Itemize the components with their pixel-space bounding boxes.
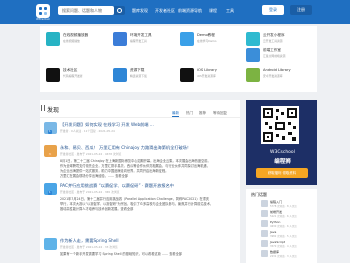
- tool-desc: iOS开发资源库: [197, 74, 216, 78]
- promo-subtitle: 编程狮: [274, 159, 291, 165]
- download-icon[interactable]: [113, 68, 127, 82]
- post-meta: 开发者社区 · 发布于 2021-05-24 · 365 次浏览: [60, 190, 120, 194]
- tab-hot[interactable]: 热门: [186, 111, 193, 116]
- topic-avatar: [261, 220, 268, 227]
- register-button[interactable]: 注册: [290, 5, 312, 15]
- tool-title[interactable]: 技术社区: [63, 68, 77, 73]
- post-meta: 开发者社区 · 发布于 2021-05-24 · 4678 次浏览: [60, 152, 122, 156]
- demo-icon[interactable]: [180, 32, 194, 46]
- nav-item-4[interactable]: 工具: [226, 6, 234, 15]
- search-icon[interactable]: [114, 6, 125, 15]
- hot-topics-title: 热门话题: [251, 192, 267, 197]
- video-player-icon[interactable]: [46, 32, 60, 46]
- tool-title[interactable]: 资源下载: [130, 68, 144, 73]
- tool-title[interactable]: 前端工作室: [263, 48, 281, 53]
- nav-item-1[interactable]: 开发者社区: [155, 6, 175, 15]
- tab-recommend[interactable]: 推荐: [199, 111, 206, 116]
- section-title: 发现: [47, 107, 60, 114]
- tool-title[interactable]: iOS Library: [197, 68, 217, 72]
- tool-desc: 云开发工具资源: [263, 39, 283, 43]
- nav-item-3[interactable]: 课程: [209, 6, 217, 15]
- post-title[interactable]: PAC并行应用挑战赛 “以赛促学、以赛促研” · 赛题开放报名中: [60, 183, 238, 189]
- list-icon: [41, 105, 45, 111]
- post-body-line: 推动高性能计算人才培养与技术创新发展。查看全部: [60, 207, 134, 211]
- topic-avatar: [261, 240, 268, 247]
- topic-avatar: [261, 250, 268, 257]
- nav-item-2[interactable]: 前端资源导航: [178, 6, 202, 15]
- post-title[interactable]: 【开发问题】如何实现 在线学习 开发 Web前端 ...: [60, 122, 238, 128]
- tool-desc: 编程开发工具: [130, 39, 147, 43]
- tab-unanswered[interactable]: 等待回复: [213, 111, 227, 116]
- cloud-dev-icon[interactable]: [246, 32, 260, 46]
- post-meta: 开发者 · 0人关注 · 11个回复 · 2021-05-24: [60, 129, 115, 133]
- avatar[interactable]: [44, 238, 57, 250]
- topic-stats: 4630 次浏览 · 6 人关注: [270, 225, 297, 228]
- qr-code: [261, 106, 299, 144]
- answer-count-badge: 3: [48, 153, 52, 157]
- dev-tools-icon[interactable]: [113, 32, 127, 46]
- nav-item-0[interactable]: 题库发现: [132, 6, 148, 15]
- site-logo[interactable]: [36, 4, 50, 18]
- tool-desc: 汇集全网前端资源: [263, 54, 286, 58]
- tool-title[interactable]: 环境开发工具: [130, 33, 152, 38]
- search-input[interactable]: 搜索问题、话题和人物: [58, 6, 114, 15]
- apple-icon[interactable]: [180, 68, 194, 82]
- promo-banner-button[interactable]: 获取福利 领取资料: [256, 168, 308, 178]
- tool-title[interactable]: Android Library: [263, 68, 291, 72]
- answer-count-badge: 1: [48, 191, 52, 195]
- tool-desc: 在线视频播放: [63, 39, 80, 43]
- frontend-studio-icon[interactable]: [246, 48, 260, 62]
- tool-title[interactable]: 在线视频播放器: [63, 33, 88, 38]
- code-terminal-icon[interactable]: [46, 68, 60, 82]
- post-title[interactable]: 作为新人走，需要Spring Shell: [60, 238, 238, 244]
- topic-avatar: [261, 200, 268, 207]
- tool-title[interactable]: 云开发小程序: [263, 33, 285, 38]
- topic-avatar: [261, 210, 268, 217]
- login-button[interactable]: 登录: [262, 5, 284, 15]
- tool-desc: 精选资源下载: [130, 74, 147, 78]
- divider: [40, 117, 240, 118]
- post-meta: 开发者社区 · 发布于 2021-05-24 · 33 次浏览: [60, 245, 118, 249]
- topic-stats: 3570 次浏览 · 4 人关注: [270, 245, 297, 248]
- topic-stats: 3982 次浏览 · 5 人关注: [270, 235, 297, 238]
- tool-desc: 代码编程开发者: [63, 74, 83, 78]
- topic-stats: 5221 次浏览 · 6 人关注: [270, 215, 297, 218]
- android-icon[interactable]: [246, 68, 260, 82]
- answer-count-badge: 1: [48, 130, 52, 134]
- post-title[interactable]: 永和、易贝、西瓜！ 万里汇用有 Chinajoy 力路滑出海第机全打破场！: [60, 145, 238, 151]
- topic-stats: 2231 次浏览 · 3 人关注: [270, 255, 297, 258]
- topic-stats: 5778 次浏览 · 8 人关注: [270, 205, 297, 208]
- tool-desc: 在线学习Demo: [197, 39, 217, 43]
- post-body-line: 万里汇在展会现场分享出海经验，…… 查看全部: [60, 174, 128, 178]
- qr-code-graphic: [263, 108, 297, 142]
- post-body-line: 如果有一个新手开发需要学习 Spring Shell 的基础知识，可以看看这篇 …: [60, 252, 182, 256]
- tool-title[interactable]: Demo教程: [197, 33, 215, 38]
- promo-title: W3Cschool: [270, 150, 295, 155]
- topic-avatar: [261, 230, 268, 237]
- site-logo-text: W3Cschool: [36, 18, 50, 21]
- tool-desc: 安卓开发资源库: [263, 74, 283, 78]
